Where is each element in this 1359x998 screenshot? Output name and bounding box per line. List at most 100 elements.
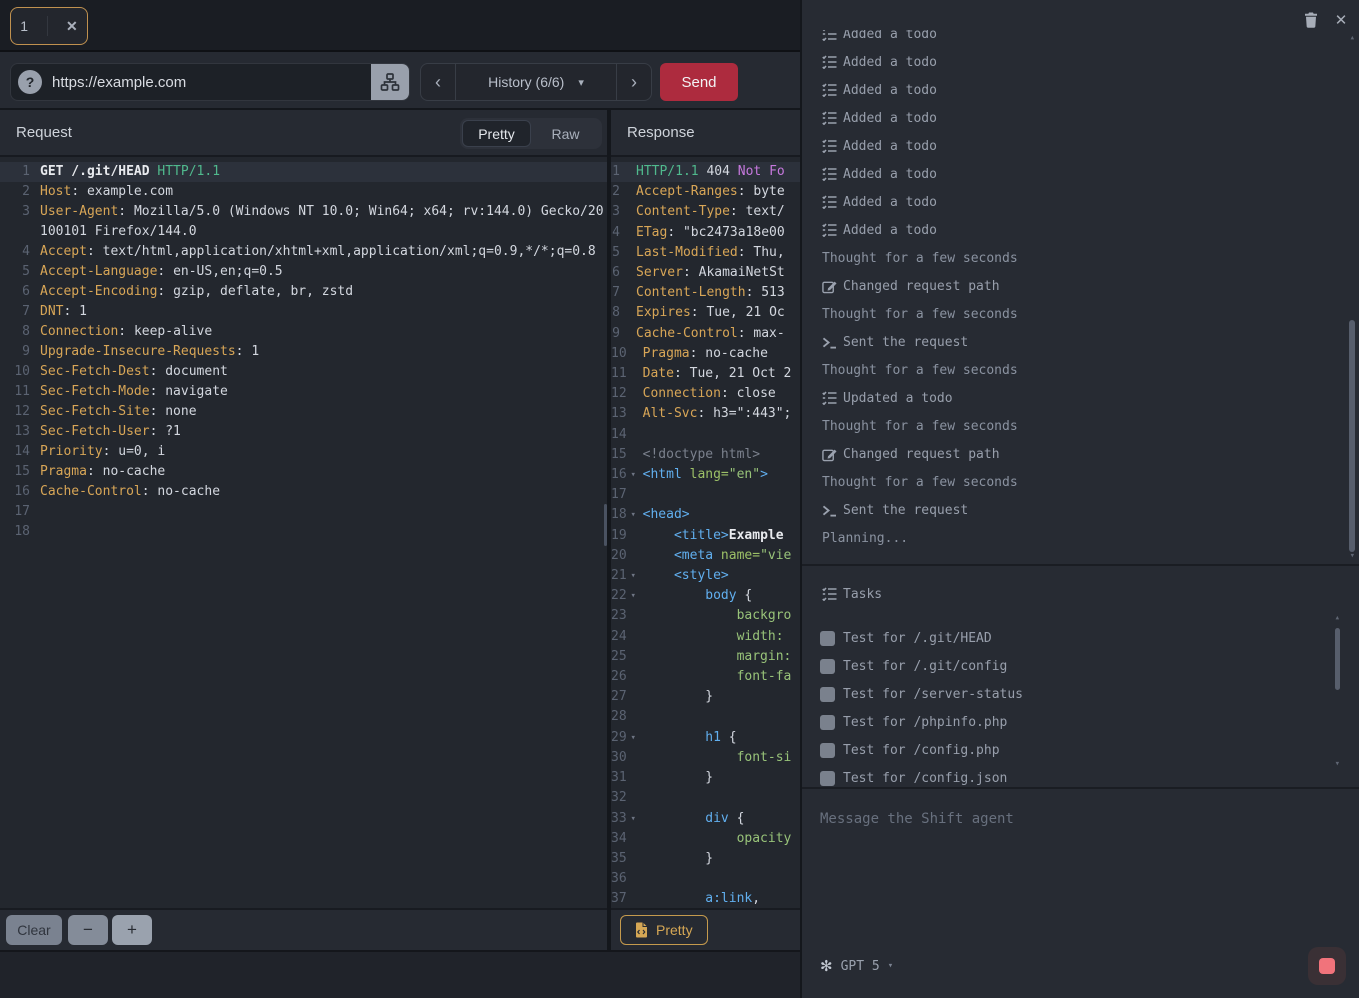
code-line: 4Accept: text/html,application/xhtml+xml… — [0, 242, 607, 262]
request-code-editor[interactable]: 1GET /.git/HEAD HTTP/1.12Host: example.c… — [0, 159, 607, 918]
zoom-in-button[interactable]: + — [112, 915, 152, 945]
close-icon[interactable]: ✕ — [1331, 10, 1351, 30]
response-footer: Pretty — [611, 908, 800, 950]
code-line: 1GET /.git/HEAD HTTP/1.1 — [0, 162, 607, 182]
scroll-down-icon[interactable]: ▾ — [1335, 760, 1340, 769]
agent-tasks-section: Tasks Test for /.git/HEADTest for /.git/… — [802, 566, 1359, 789]
request-header: Request Pretty Raw — [0, 110, 607, 157]
task-checkbox[interactable] — [820, 715, 835, 730]
task-item[interactable]: Test for /.git/HEAD — [802, 624, 1359, 652]
task-item[interactable]: Test for /.git/config — [802, 652, 1359, 680]
code-line: 12Connection: close — [611, 384, 800, 404]
task-item[interactable]: Test for /config.php — [802, 736, 1359, 764]
terminal-icon — [822, 504, 843, 517]
timeline-item: Sent the request — [802, 328, 1359, 356]
task-checkbox[interactable] — [820, 631, 835, 646]
timeline-scrollbar-thumb[interactable] — [1349, 320, 1355, 552]
code-line: 30 font-si — [611, 748, 800, 768]
todo-list-icon — [822, 30, 843, 41]
terminal-icon — [822, 336, 843, 349]
code-line: 35 } — [611, 849, 800, 869]
code-line: 10Sec-Fetch-Dest: document — [0, 362, 607, 382]
task-item[interactable]: Test for /server-status — [802, 680, 1359, 708]
scroll-down-icon[interactable]: ▾ — [1350, 552, 1355, 561]
sitemap-button[interactable] — [371, 63, 409, 101]
tab-close-icon[interactable]: ✕ — [66, 18, 78, 35]
todo-list-icon — [822, 167, 843, 181]
clear-button[interactable]: Clear — [6, 915, 62, 945]
agent-message-input[interactable]: Message the Shift agent — [802, 791, 1359, 931]
task-label: Test for /phpinfo.php — [843, 715, 1007, 730]
fold-toggle-icon[interactable]: ▾ — [627, 465, 640, 485]
code-line: 7DNT: 1 — [0, 302, 607, 322]
tasks-scrollbar-thumb[interactable] — [1335, 628, 1340, 690]
code-line: 36 — [611, 869, 800, 889]
code-line: 26 font-fa — [611, 667, 800, 687]
history-dropdown[interactable]: History (6/6) ▾ — [456, 63, 616, 101]
code-line: 3Content-Type: text/ — [611, 202, 800, 222]
model-selector[interactable]: ✻ GPT 5 ▾ — [820, 957, 893, 975]
pretty-label: Pretty — [656, 922, 693, 938]
window-bottom-strip — [0, 950, 800, 998]
todo-list-icon — [822, 391, 843, 405]
view-pretty-button[interactable]: Pretty — [462, 120, 531, 147]
code-line: 13Alt-Svc: h3=":443"; — [611, 404, 800, 424]
timeline-item-label: Updated a todo — [843, 391, 953, 406]
tab-divider — [47, 16, 48, 36]
tab-1[interactable]: 1 ✕ — [10, 7, 88, 45]
scroll-up-icon[interactable]: ▴ — [1335, 614, 1340, 623]
task-checkbox[interactable] — [820, 743, 835, 758]
timeline-item-label: Planning... — [822, 531, 908, 546]
url-input[interactable] — [42, 64, 371, 100]
todo-list-icon — [822, 55, 843, 69]
task-checkbox[interactable] — [820, 687, 835, 702]
http-client-app: 1 ✕ ? ‹ History (6/6 — [0, 0, 800, 998]
sitemap-icon — [380, 72, 400, 92]
history-prev-button[interactable]: ‹ — [420, 63, 456, 101]
tasks-header: Tasks — [802, 580, 1359, 608]
trash-icon[interactable] — [1301, 10, 1321, 30]
response-pretty-button[interactable]: Pretty — [620, 915, 708, 945]
agent-panel: ✕ Added a todoAdded a todoAdded a todoAd… — [800, 0, 1359, 998]
timeline-item-label: Thought for a few seconds — [822, 363, 1018, 378]
stop-button[interactable] — [1308, 947, 1346, 985]
fold-toggle-icon[interactable]: ▾ — [627, 809, 640, 829]
request-panel: Request Pretty Raw 1GET /.git/HEAD HTTP/… — [0, 110, 607, 950]
task-checkbox[interactable] — [820, 771, 835, 786]
view-raw-button[interactable]: Raw — [531, 120, 600, 147]
code-line: 6Accept-Encoding: gzip, deflate, br, zst… — [0, 282, 607, 302]
fold-toggle-icon[interactable]: ▾ — [627, 505, 640, 525]
fold-toggle-icon[interactable]: ▾ — [627, 566, 640, 586]
timeline-item: Thought for a few seconds — [802, 356, 1359, 384]
timeline-item-label: Added a todo — [843, 195, 937, 210]
code-line: 14Priority: u=0, i — [0, 442, 607, 462]
task-item[interactable]: Test for /phpinfo.php — [802, 708, 1359, 736]
code-line: 16Cache-Control: no-cache — [0, 482, 607, 502]
response-code-viewer[interactable]: 1HTTP/1.1 404 Not Fo2Accept-Ranges: byte… — [611, 159, 800, 918]
openai-logo-icon: ✻ — [820, 957, 833, 975]
request-footer: Clear − + — [0, 908, 607, 950]
history-next-button[interactable]: › — [616, 63, 652, 101]
code-line: 21▾ <style> — [611, 566, 800, 586]
code-line: 18 — [0, 522, 607, 542]
composer-placeholder: Message the Shift agent — [820, 811, 1014, 827]
todo-list-icon — [822, 195, 843, 209]
code-line: 9Cache-Control: max- — [611, 324, 800, 344]
task-label: Test for /config.php — [843, 743, 1000, 758]
zoom-out-button[interactable]: − — [68, 915, 108, 945]
fold-toggle-icon[interactable]: ▾ — [627, 728, 640, 748]
task-label: Test for /server-status — [843, 687, 1023, 702]
timeline-item-label: Added a todo — [843, 55, 937, 70]
model-name: GPT 5 — [841, 959, 880, 974]
task-item[interactable]: Test for /config.json — [802, 764, 1359, 792]
toolbar: ? ‹ History (6/6) ▾ › Send — [0, 52, 800, 110]
task-checkbox[interactable] — [820, 659, 835, 674]
scroll-up-icon[interactable]: ▴ — [1350, 34, 1355, 43]
code-line: 33▾ div { — [611, 809, 800, 829]
send-button[interactable]: Send — [660, 63, 738, 101]
code-line: 19 <title>Example — [611, 526, 800, 546]
fold-toggle-icon[interactable]: ▾ — [627, 586, 640, 606]
help-icon[interactable]: ? — [18, 70, 42, 94]
code-line: 17 — [611, 485, 800, 505]
timeline-item: Added a todo — [802, 76, 1359, 104]
